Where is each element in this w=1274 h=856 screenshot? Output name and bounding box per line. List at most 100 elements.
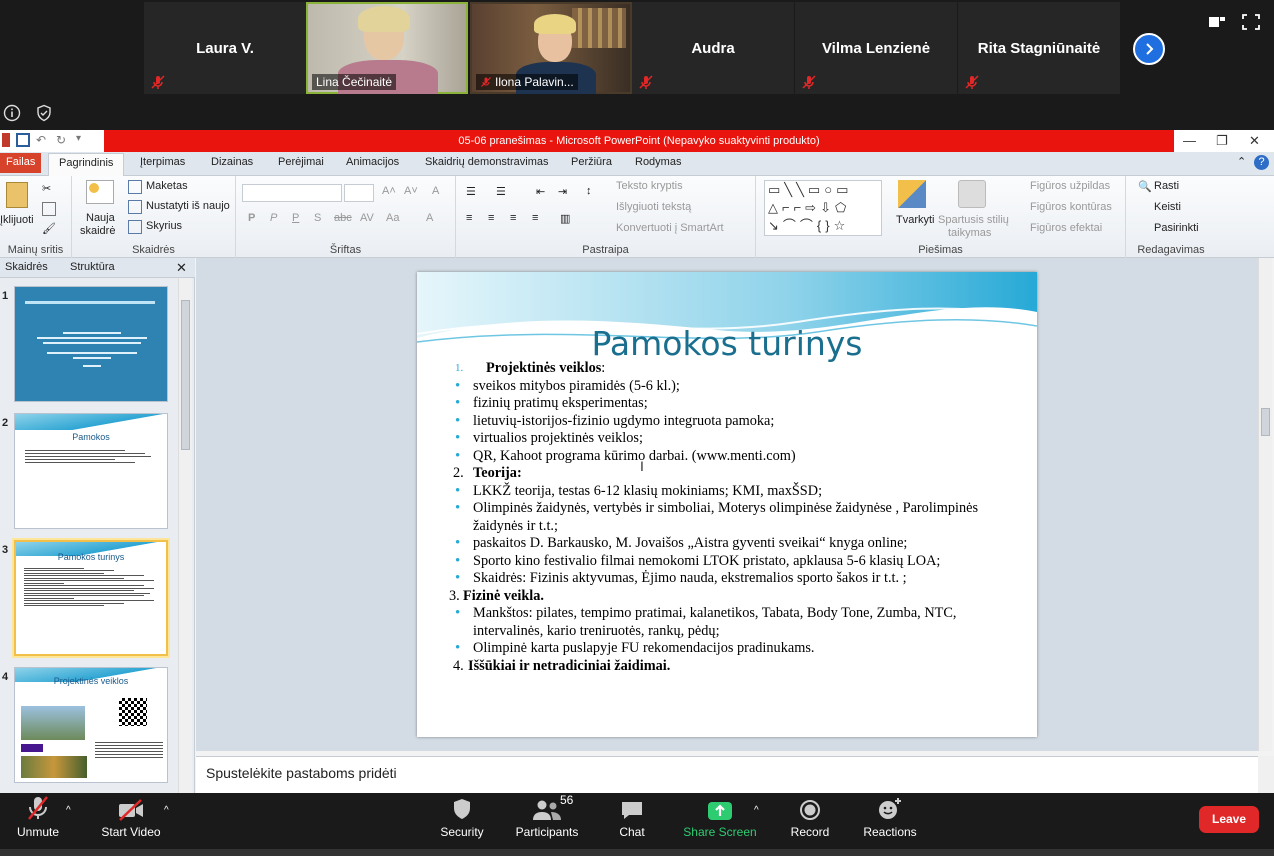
align-left-icon[interactable]: ≡	[466, 212, 472, 224]
close-button[interactable]: ✕	[1249, 133, 1260, 149]
share-screen-button[interactable]: Share Screen	[682, 793, 758, 845]
layout-button[interactable]: Maketas	[146, 180, 188, 192]
bullets-icon[interactable]: ☰	[466, 185, 476, 198]
participant-tile[interactable]: Laura V.	[144, 2, 306, 94]
quick-styles-button[interactable]: Spartusis stilių	[938, 214, 1009, 226]
scroll-thumb[interactable]	[1261, 408, 1270, 436]
tab-outline[interactable]: Struktūra	[70, 261, 115, 273]
view-toggle-icon[interactable]	[1208, 14, 1226, 30]
close-panel-icon[interactable]: ✕	[176, 260, 187, 276]
slide-content[interactable]: 1.Projektinės veiklos: sveikos mitybos p…	[449, 360, 1023, 675]
shape-fill-button[interactable]: Figūros užpildas	[1030, 180, 1110, 192]
tab-slides[interactable]: Skaidrės	[5, 261, 48, 273]
underline-icon[interactable]: P	[292, 212, 299, 224]
chat-button[interactable]: Chat	[612, 793, 652, 845]
numbering-icon[interactable]: ☰	[496, 185, 506, 198]
shrink-font-icon[interactable]: A˅	[404, 185, 418, 197]
section-button[interactable]: Skyrius	[146, 220, 182, 232]
slide-thumbnail[interactable]	[14, 286, 168, 402]
tab-design[interactable]: Dizainas	[211, 156, 253, 168]
font-size-combo[interactable]	[344, 184, 374, 202]
copy-icon[interactable]	[42, 202, 56, 216]
customize-toolbar-icon[interactable]: ▾	[76, 133, 90, 147]
columns-icon[interactable]: ▥	[560, 212, 570, 225]
strikethrough-icon[interactable]: abc	[334, 212, 352, 224]
participants-button[interactable]: 56 Participants	[514, 793, 580, 845]
current-slide[interactable]: Pamokos turinys 1.Projektinės veiklos: s…	[417, 272, 1037, 737]
slides-panel-scrollbar[interactable]	[178, 278, 192, 793]
info-icon[interactable]	[3, 104, 21, 122]
paste-button[interactable]: Įklijuoti	[0, 214, 34, 226]
collapse-ribbon-icon[interactable]: ⌃	[1237, 155, 1246, 168]
align-right-icon[interactable]: ≡	[510, 212, 516, 224]
cut-icon[interactable]: ✂	[42, 182, 51, 195]
reactions-button[interactable]: Reactions	[862, 793, 918, 845]
participant-tile[interactable]: Rita Stagniūnaitė	[958, 2, 1120, 94]
new-slide-icon[interactable]	[86, 180, 114, 204]
tab-insert[interactable]: Įterpimas	[140, 156, 185, 168]
arrange-button[interactable]: Tvarkyti	[896, 214, 935, 226]
undo-icon[interactable]: ↶	[36, 133, 50, 147]
participant-video-tile[interactable]: Lina Čečinaitė	[306, 2, 468, 94]
help-icon[interactable]: ?	[1254, 155, 1269, 170]
italic-icon[interactable]: P	[270, 212, 277, 224]
share-options-caret[interactable]: ^	[754, 805, 759, 816]
tab-animations[interactable]: Animacijos	[346, 156, 399, 168]
clear-format-icon[interactable]: A	[432, 185, 439, 197]
minimize-button[interactable]: —	[1183, 133, 1196, 148]
tab-view[interactable]: Rodymas	[635, 156, 681, 168]
font-color-icon[interactable]: A	[426, 212, 433, 224]
notes-scrollbar[interactable]	[1258, 756, 1274, 793]
slide-thumbnail[interactable]: Pamokos	[14, 413, 168, 529]
unmute-button[interactable]: Unmute	[12, 793, 64, 845]
justify-icon[interactable]: ≡	[532, 212, 538, 224]
tab-slideshow[interactable]: Skaidrių demonstravimas	[425, 156, 549, 168]
decrease-indent-icon[interactable]: ⇤	[536, 185, 545, 198]
convert-smartart-button[interactable]: Konvertuoti į SmartArt	[616, 222, 724, 234]
tab-review[interactable]: Peržiūra	[571, 156, 612, 168]
save-icon[interactable]	[16, 133, 30, 147]
fullscreen-icon[interactable]	[1242, 14, 1260, 30]
shape-outline-button[interactable]: Figūros kontūras	[1030, 201, 1112, 213]
new-slide-button[interactable]: Nauja	[86, 212, 115, 224]
shape-effects-button[interactable]: Figūros efektai	[1030, 222, 1102, 234]
shadow-icon[interactable]: S	[314, 212, 321, 224]
redo-icon[interactable]: ↻	[56, 133, 70, 147]
text-direction-button[interactable]: Teksto kryptis	[616, 180, 683, 192]
notes-pane[interactable]: Spustelėkite pastaboms pridėti	[196, 756, 1258, 793]
record-button[interactable]: Record	[788, 793, 832, 845]
align-center-icon[interactable]: ≡	[488, 212, 494, 224]
audio-options-caret[interactable]: ^	[66, 805, 71, 816]
start-video-button[interactable]: Start Video	[98, 793, 164, 845]
change-case-icon[interactable]: Aa	[386, 212, 399, 224]
bold-icon[interactable]: P	[248, 212, 255, 224]
video-options-caret[interactable]: ^	[164, 805, 169, 816]
font-name-combo[interactable]	[242, 184, 342, 202]
align-text-button[interactable]: Išlygiuoti tekstą	[616, 201, 691, 213]
next-page-button[interactable]	[1133, 33, 1165, 65]
shapes-gallery[interactable]: ▭╲╲▭○▭ △⌐⌐⇨⇩⬠ ↘⌒⌒{}☆	[764, 180, 882, 236]
replace-button[interactable]: Keisti	[1154, 201, 1181, 213]
participant-tile[interactable]: Audra	[632, 2, 794, 94]
tab-home[interactable]: Pagrindinis	[48, 153, 125, 177]
tab-transitions[interactable]: Perėjimai	[278, 156, 324, 168]
leave-button[interactable]: Leave	[1199, 806, 1259, 833]
increase-indent-icon[interactable]: ⇥	[558, 185, 567, 198]
reset-button[interactable]: Nustatyti iš naujo	[146, 200, 230, 212]
grow-font-icon[interactable]: A˄	[382, 185, 396, 197]
arrange-icon[interactable]	[898, 180, 926, 208]
shield-check-icon[interactable]	[35, 104, 53, 122]
spacing-icon[interactable]: AV	[360, 212, 374, 224]
quick-styles-icon[interactable]	[958, 180, 986, 208]
slide-thumbnail-selected[interactable]: Pamokos turinys	[14, 540, 168, 656]
slide-thumbnail[interactable]: Projektinės veiklos	[14, 667, 168, 783]
slide-title[interactable]: Pamokos turinys	[417, 324, 1037, 363]
participant-video-tile[interactable]: Ilona Palavin...	[470, 2, 632, 94]
tab-file[interactable]: Failas	[0, 153, 42, 173]
participant-tile[interactable]: Vilma Lenzienė	[795, 2, 957, 94]
security-button[interactable]: Security	[437, 793, 487, 845]
line-spacing-icon[interactable]: ↕	[586, 185, 592, 197]
scroll-thumb[interactable]	[181, 300, 190, 450]
paste-icon[interactable]	[6, 182, 28, 208]
restore-button[interactable]: ❐	[1216, 133, 1228, 149]
